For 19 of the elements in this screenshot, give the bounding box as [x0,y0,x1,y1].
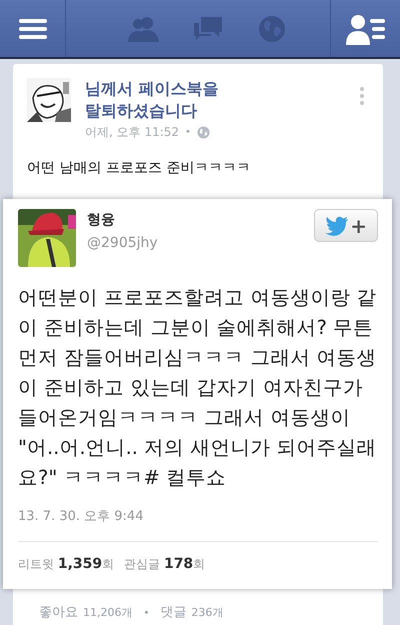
follow-button[interactable]: + [314,209,378,242]
tweet-text: 어떤분이 프로포즈할려고 여동생이랑 같이 준비하는데 그분이 술에취해서? 무튼 먼저 잠들어버리심ㅋㅋㅋ 그래서 여동생이 준비하고 있는데 갑자기 여자친구가 들어온거임ㅋㅋㅋㅋ 그래서 여동생이 "어..어.언니.. 저의 새언니가 되어주실래요?" ㅋㅋㅋㅋ# 컬투쇼 [18,285,378,491]
reaction-count[interactable]: 11,206개 [83,605,132,620]
post-text: 어떤 남매의 프로포즈 준비ㅋㅋㅋㅋ [27,159,252,177]
reaction-label[interactable]: 댓글 [160,603,186,621]
tweet-author-name: 형융 [87,211,116,229]
tweet-date: 13. 7. 30. 오후 9:44 [18,507,378,542]
post-time: 어제, 오후 11:52 [85,124,180,141]
bird-icon [325,216,350,236]
separator: • [144,608,150,619]
reaction-label[interactable]: 좋아요 [39,603,78,621]
separator: • [185,127,191,138]
tweet-handle: @2905jhy [87,235,159,251]
author-name[interactable]: 님께서 페이스북을 탈퇴하셨습니다 [85,78,275,122]
tweet-stat: 관심글 178회 [124,556,206,573]
reaction-count[interactable]: 236개 [191,605,224,620]
more-icon[interactable] [359,86,365,106]
tweet-stat: 리트윗 1,359회 [18,556,114,573]
globe-icon [196,126,210,139]
